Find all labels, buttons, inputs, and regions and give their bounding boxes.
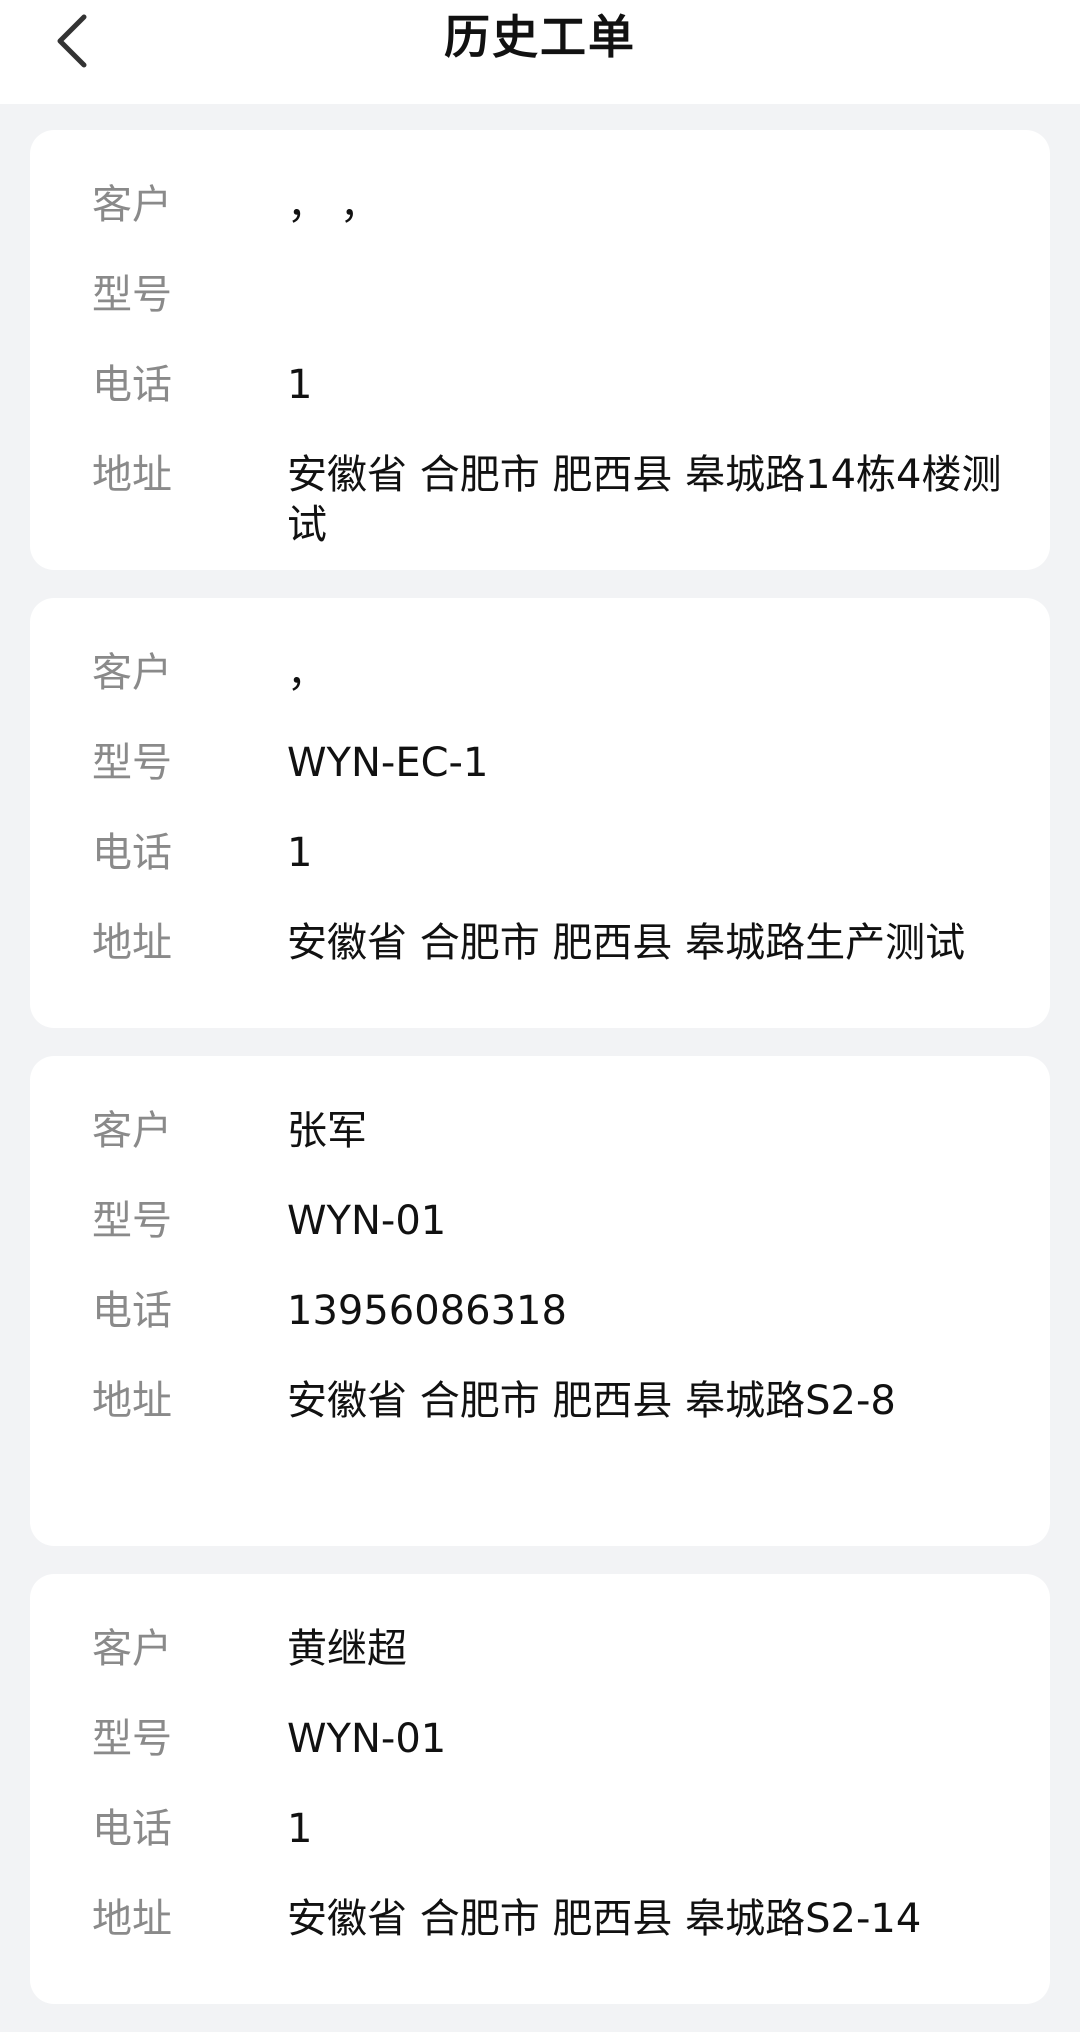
top-bar: 历史工单 (0, 0, 1080, 104)
model-value: WYN-EC-1 (287, 740, 489, 786)
model-label: 型号 (92, 272, 172, 318)
phone-value: 1 (287, 830, 313, 876)
address-value: 安徽省 合肥市 肥西县 皋城路S2-14 (287, 1896, 922, 1942)
customer-value: ， ， (287, 182, 380, 228)
address-label: 地址 (92, 1378, 172, 1424)
model-row: 型号 WYN-01 (30, 1196, 1050, 1286)
phone-row: 电话 13956086318 (30, 1286, 1050, 1376)
address-value: 安徽省 合肥市 肥西县 皋城路S2-8 (287, 1378, 896, 1424)
customer-row: 客户 ， (30, 648, 1050, 738)
address-row: 地址 安徽省 合肥市 肥西县 皋城路生产测试 (30, 918, 1050, 1008)
order-card[interactable]: 客户 ， 型号 WYN-EC-1 电话 1 地址 安徽省 合肥市 肥西县 皋城路… (30, 598, 1050, 1028)
customer-label: 客户 (92, 1626, 172, 1672)
customer-row: 客户 张军 (30, 1106, 1050, 1196)
customer-label: 客户 (92, 182, 172, 228)
page-title: 历史工单 (444, 10, 636, 64)
customer-value: 黄继超 (287, 1626, 407, 1672)
customer-value: 张军 (287, 1108, 367, 1154)
order-card[interactable]: 客户 黄继超 型号 WYN-01 电话 1 地址 安徽省 合肥市 肥西县 皋城路… (30, 1574, 1050, 2004)
customer-row: 客户 黄继超 (30, 1624, 1050, 1714)
customer-value: ， (287, 650, 327, 696)
customer-label: 客户 (92, 650, 172, 696)
phone-label: 电话 (92, 1288, 172, 1334)
address-label: 地址 (92, 1896, 172, 1942)
model-row: 型号 WYN-EC-1 (30, 738, 1050, 828)
address-row: 地址 安徽省 合肥市 肥西县 皋城路14栋4楼测试 (30, 450, 1050, 550)
address-label: 地址 (92, 920, 172, 966)
order-card[interactable]: 客户 张军 型号 WYN-01 电话 13956086318 地址 安徽省 合肥… (30, 1056, 1050, 1546)
phone-value: 1 (287, 1806, 313, 1852)
order-list: 客户 ， ， 型号 电话 1 地址 安徽省 合肥市 肥西县 皋城路14栋4楼测试… (30, 130, 1050, 2032)
phone-row: 电话 1 (30, 1804, 1050, 1894)
model-label: 型号 (92, 1198, 172, 1244)
customer-label: 客户 (92, 1108, 172, 1154)
phone-value: 13956086318 (287, 1288, 567, 1334)
address-row: 地址 安徽省 合肥市 肥西县 皋城路S2-8 (30, 1376, 1050, 1466)
address-value: 安徽省 合肥市 肥西县 皋城路生产测试 (287, 920, 966, 966)
model-value: WYN-01 (287, 1198, 447, 1244)
model-label: 型号 (92, 1716, 172, 1762)
phone-label: 电话 (92, 1806, 172, 1852)
model-label: 型号 (92, 740, 172, 786)
phone-value: 1 (287, 362, 313, 408)
address-label: 地址 (92, 452, 172, 498)
model-row: 型号 (30, 270, 1050, 360)
phone-row: 电话 1 (30, 828, 1050, 918)
phone-label: 电话 (92, 362, 172, 408)
phone-label: 电话 (92, 830, 172, 876)
customer-row: 客户 ， ， (30, 180, 1050, 270)
model-row: 型号 WYN-01 (30, 1714, 1050, 1804)
address-value: 安徽省 合肥市 肥西县 皋城路14栋4楼测试 (287, 452, 1002, 548)
model-value: WYN-01 (287, 1716, 447, 1762)
address-row: 地址 安徽省 合肥市 肥西县 皋城路S2-14 (30, 1894, 1050, 1984)
order-card[interactable]: 客户 ， ， 型号 电话 1 地址 安徽省 合肥市 肥西县 皋城路14栋4楼测试 (30, 130, 1050, 570)
phone-row: 电话 1 (30, 360, 1050, 450)
